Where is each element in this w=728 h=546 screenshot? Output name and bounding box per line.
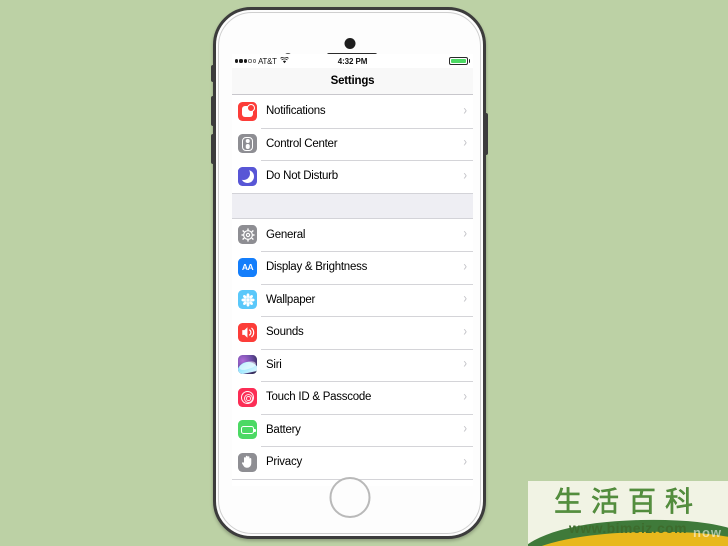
settings-row-label: Do Not Disturb	[266, 170, 338, 183]
settings-row-battery[interactable]: Battery ›	[232, 413, 473, 446]
battery-icon	[448, 56, 468, 66]
page-title: Settings	[330, 75, 375, 87]
privacy-hand-icon	[238, 452, 257, 472]
settings-row-label: Control Center	[266, 137, 338, 150]
chevron-right-icon: ›	[463, 103, 467, 119]
chevron-right-icon: ›	[463, 454, 467, 470]
power-button[interactable]	[484, 113, 488, 155]
status-bar-clock: 4:32 PM	[337, 56, 368, 66]
settings-row-do-not-disturb[interactable]: Do Not Disturb ›	[232, 160, 473, 193]
settings-row-notifications[interactable]: Notifications ›	[232, 95, 473, 128]
settings-row-label: Battery	[266, 423, 301, 436]
watermark-ghost-text: now	[693, 525, 722, 540]
notifications-icon	[238, 101, 257, 121]
control-center-icon	[238, 134, 257, 154]
home-button[interactable]	[329, 477, 370, 518]
volume-up-button[interactable]	[211, 96, 215, 126]
volume-down-button[interactable]	[211, 134, 215, 164]
iphone-device: AT&T 4:32 PM Settings Notifications › Co…	[211, 7, 488, 539]
watermark-chinese-text: 生活百科	[553, 485, 702, 518]
chevron-right-icon: ›	[463, 324, 467, 340]
chevron-right-icon: ›	[463, 168, 467, 184]
settings-row-label: Siri	[266, 358, 282, 371]
settings-list[interactable]: Notifications › Control Center › Do Not …	[232, 95, 473, 486]
settings-row-label: Wallpaper	[266, 293, 316, 306]
settings-row-label: Display & Brightness	[266, 261, 368, 274]
chevron-right-icon: ›	[463, 421, 467, 437]
status-bar-right	[448, 56, 470, 66]
settings-group-1: Notifications › Control Center › Do Not …	[232, 95, 473, 193]
settings-group-separator	[232, 192, 473, 219]
settings-row-general[interactable]: General ›	[232, 218, 473, 251]
front-camera-icon	[344, 38, 355, 49]
do-not-disturb-icon	[238, 166, 257, 186]
settings-row-display-brightness[interactable]: AA Display & Brightness ›	[232, 251, 473, 284]
settings-row-privacy[interactable]: Privacy ›	[232, 446, 473, 479]
chevron-right-icon: ›	[463, 291, 467, 307]
chevron-right-icon: ›	[463, 389, 467, 405]
navigation-bar: Settings	[232, 68, 473, 95]
chevron-right-icon: ›	[463, 135, 467, 151]
settings-row-touch-id-passcode[interactable]: Touch ID & Passcode ›	[232, 381, 473, 414]
chevron-right-icon: ›	[463, 259, 467, 275]
phone-screen: AT&T 4:32 PM Settings Notifications › Co…	[232, 54, 473, 486]
settings-row-wallpaper[interactable]: Wallpaper ›	[232, 283, 473, 316]
chevron-right-icon: ›	[463, 226, 467, 242]
chevron-right-icon: ›	[463, 356, 467, 372]
general-gear-icon	[238, 225, 257, 245]
settings-group-2: General › AA Display & Brightness › Wall…	[232, 218, 473, 479]
settings-row-siri[interactable]: Siri ›	[232, 348, 473, 381]
settings-row-label: Touch ID & Passcode	[266, 391, 372, 404]
display-aa-icon: AA	[238, 257, 257, 277]
settings-row-label: General	[266, 228, 306, 241]
silent-switch[interactable]	[211, 65, 215, 82]
wallpaper-icon	[238, 290, 257, 310]
watermark: 生活百科 www.bimeiz.com now	[528, 481, 728, 546]
sounds-speaker-icon	[238, 322, 257, 342]
touch-id-icon	[238, 387, 257, 407]
status-bar: AT&T 4:32 PM	[232, 54, 473, 68]
siri-icon	[238, 355, 257, 375]
settings-row-label: Notifications	[266, 105, 326, 118]
settings-row-control-center[interactable]: Control Center ›	[232, 127, 473, 160]
settings-row-label: Sounds	[266, 326, 304, 339]
settings-row-label: Privacy	[266, 456, 302, 469]
battery-icon	[238, 420, 257, 440]
settings-row-sounds[interactable]: Sounds ›	[232, 316, 473, 349]
